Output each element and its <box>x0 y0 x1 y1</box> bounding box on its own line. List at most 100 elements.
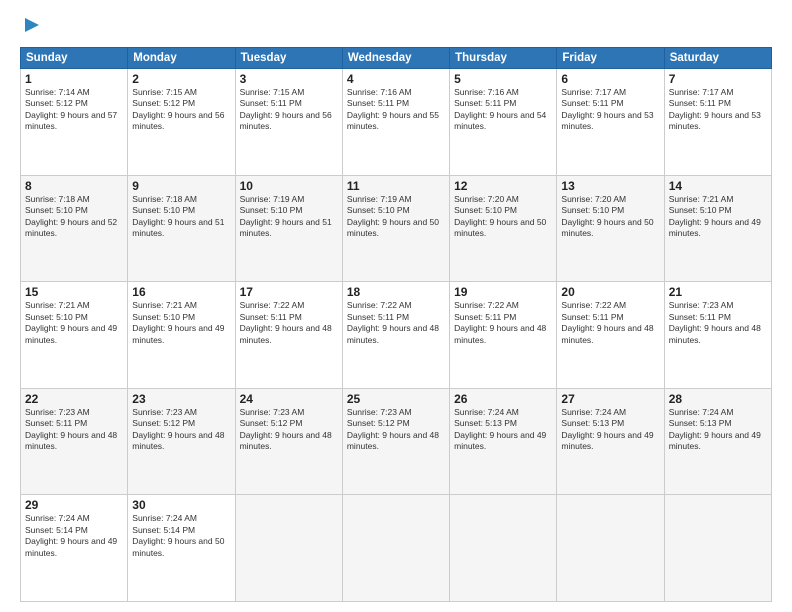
calendar-header-row: Sunday Monday Tuesday Wednesday Thursday… <box>21 48 772 69</box>
table-row: 3Sunrise: 7:15 AMSunset: 5:11 PMDaylight… <box>235 69 342 176</box>
table-row: 5Sunrise: 7:16 AMSunset: 5:11 PMDaylight… <box>450 69 557 176</box>
day-number: 1 <box>25 72 123 86</box>
table-row: 26Sunrise: 7:24 AMSunset: 5:13 PMDayligh… <box>450 388 557 495</box>
table-row: 24Sunrise: 7:23 AMSunset: 5:12 PMDayligh… <box>235 388 342 495</box>
logo-arrow-icon <box>23 16 41 34</box>
col-tuesday: Tuesday <box>235 48 342 69</box>
logo <box>20 16 41 39</box>
day-number: 21 <box>669 285 767 299</box>
day-info: Sunrise: 7:24 AMSunset: 5:13 PMDaylight:… <box>669 407 767 453</box>
table-row <box>450 495 557 602</box>
day-number: 15 <box>25 285 123 299</box>
day-info: Sunrise: 7:23 AMSunset: 5:11 PMDaylight:… <box>669 300 767 346</box>
day-number: 8 <box>25 179 123 193</box>
col-sunday: Sunday <box>21 48 128 69</box>
table-row: 7Sunrise: 7:17 AMSunset: 5:11 PMDaylight… <box>664 69 771 176</box>
day-info: Sunrise: 7:16 AMSunset: 5:11 PMDaylight:… <box>347 87 445 133</box>
table-row: 20Sunrise: 7:22 AMSunset: 5:11 PMDayligh… <box>557 282 664 389</box>
calendar-page: Sunday Monday Tuesday Wednesday Thursday… <box>0 0 792 612</box>
table-row <box>664 495 771 602</box>
day-info: Sunrise: 7:14 AMSunset: 5:12 PMDaylight:… <box>25 87 123 133</box>
calendar-week-row: 29Sunrise: 7:24 AMSunset: 5:14 PMDayligh… <box>21 495 772 602</box>
table-row: 9Sunrise: 7:18 AMSunset: 5:10 PMDaylight… <box>128 175 235 282</box>
day-info: Sunrise: 7:15 AMSunset: 5:11 PMDaylight:… <box>240 87 338 133</box>
day-number: 12 <box>454 179 552 193</box>
day-info: Sunrise: 7:17 AMSunset: 5:11 PMDaylight:… <box>561 87 659 133</box>
calendar-week-row: 15Sunrise: 7:21 AMSunset: 5:10 PMDayligh… <box>21 282 772 389</box>
day-info: Sunrise: 7:24 AMSunset: 5:14 PMDaylight:… <box>132 513 230 559</box>
table-row: 6Sunrise: 7:17 AMSunset: 5:11 PMDaylight… <box>557 69 664 176</box>
day-number: 5 <box>454 72 552 86</box>
day-info: Sunrise: 7:24 AMSunset: 5:14 PMDaylight:… <box>25 513 123 559</box>
day-info: Sunrise: 7:15 AMSunset: 5:12 PMDaylight:… <box>132 87 230 133</box>
table-row <box>235 495 342 602</box>
day-number: 29 <box>25 498 123 512</box>
col-saturday: Saturday <box>664 48 771 69</box>
day-number: 26 <box>454 392 552 406</box>
day-info: Sunrise: 7:20 AMSunset: 5:10 PMDaylight:… <box>454 194 552 240</box>
day-info: Sunrise: 7:23 AMSunset: 5:11 PMDaylight:… <box>25 407 123 453</box>
day-number: 28 <box>669 392 767 406</box>
table-row: 25Sunrise: 7:23 AMSunset: 5:12 PMDayligh… <box>342 388 449 495</box>
table-row: 10Sunrise: 7:19 AMSunset: 5:10 PMDayligh… <box>235 175 342 282</box>
day-number: 27 <box>561 392 659 406</box>
day-number: 9 <box>132 179 230 193</box>
day-info: Sunrise: 7:21 AMSunset: 5:10 PMDaylight:… <box>25 300 123 346</box>
day-number: 16 <box>132 285 230 299</box>
day-number: 20 <box>561 285 659 299</box>
table-row: 14Sunrise: 7:21 AMSunset: 5:10 PMDayligh… <box>664 175 771 282</box>
day-info: Sunrise: 7:22 AMSunset: 5:11 PMDaylight:… <box>240 300 338 346</box>
header <box>20 16 772 39</box>
day-number: 6 <box>561 72 659 86</box>
day-number: 25 <box>347 392 445 406</box>
day-info: Sunrise: 7:23 AMSunset: 5:12 PMDaylight:… <box>240 407 338 453</box>
calendar-week-row: 1Sunrise: 7:14 AMSunset: 5:12 PMDaylight… <box>21 69 772 176</box>
table-row: 11Sunrise: 7:19 AMSunset: 5:10 PMDayligh… <box>342 175 449 282</box>
day-number: 18 <box>347 285 445 299</box>
table-row: 21Sunrise: 7:23 AMSunset: 5:11 PMDayligh… <box>664 282 771 389</box>
table-row: 1Sunrise: 7:14 AMSunset: 5:12 PMDaylight… <box>21 69 128 176</box>
day-number: 30 <box>132 498 230 512</box>
table-row: 12Sunrise: 7:20 AMSunset: 5:10 PMDayligh… <box>450 175 557 282</box>
day-info: Sunrise: 7:16 AMSunset: 5:11 PMDaylight:… <box>454 87 552 133</box>
day-number: 17 <box>240 285 338 299</box>
table-row: 27Sunrise: 7:24 AMSunset: 5:13 PMDayligh… <box>557 388 664 495</box>
table-row: 8Sunrise: 7:18 AMSunset: 5:10 PMDaylight… <box>21 175 128 282</box>
logo-block <box>20 16 41 39</box>
col-wednesday: Wednesday <box>342 48 449 69</box>
day-info: Sunrise: 7:21 AMSunset: 5:10 PMDaylight:… <box>669 194 767 240</box>
day-info: Sunrise: 7:22 AMSunset: 5:11 PMDaylight:… <box>561 300 659 346</box>
day-number: 24 <box>240 392 338 406</box>
day-number: 3 <box>240 72 338 86</box>
table-row: 16Sunrise: 7:21 AMSunset: 5:10 PMDayligh… <box>128 282 235 389</box>
day-info: Sunrise: 7:23 AMSunset: 5:12 PMDaylight:… <box>132 407 230 453</box>
col-friday: Friday <box>557 48 664 69</box>
day-number: 23 <box>132 392 230 406</box>
calendar-week-row: 22Sunrise: 7:23 AMSunset: 5:11 PMDayligh… <box>21 388 772 495</box>
table-row: 28Sunrise: 7:24 AMSunset: 5:13 PMDayligh… <box>664 388 771 495</box>
day-info: Sunrise: 7:23 AMSunset: 5:12 PMDaylight:… <box>347 407 445 453</box>
day-number: 2 <box>132 72 230 86</box>
day-info: Sunrise: 7:18 AMSunset: 5:10 PMDaylight:… <box>132 194 230 240</box>
day-number: 19 <box>454 285 552 299</box>
table-row <box>342 495 449 602</box>
table-row: 17Sunrise: 7:22 AMSunset: 5:11 PMDayligh… <box>235 282 342 389</box>
day-number: 13 <box>561 179 659 193</box>
day-info: Sunrise: 7:17 AMSunset: 5:11 PMDaylight:… <box>669 87 767 133</box>
table-row: 2Sunrise: 7:15 AMSunset: 5:12 PMDaylight… <box>128 69 235 176</box>
day-info: Sunrise: 7:24 AMSunset: 5:13 PMDaylight:… <box>561 407 659 453</box>
table-row: 30Sunrise: 7:24 AMSunset: 5:14 PMDayligh… <box>128 495 235 602</box>
day-number: 14 <box>669 179 767 193</box>
table-row <box>557 495 664 602</box>
day-info: Sunrise: 7:22 AMSunset: 5:11 PMDaylight:… <box>454 300 552 346</box>
day-info: Sunrise: 7:21 AMSunset: 5:10 PMDaylight:… <box>132 300 230 346</box>
table-row: 13Sunrise: 7:20 AMSunset: 5:10 PMDayligh… <box>557 175 664 282</box>
day-info: Sunrise: 7:22 AMSunset: 5:11 PMDaylight:… <box>347 300 445 346</box>
table-row: 22Sunrise: 7:23 AMSunset: 5:11 PMDayligh… <box>21 388 128 495</box>
day-number: 10 <box>240 179 338 193</box>
table-row: 19Sunrise: 7:22 AMSunset: 5:11 PMDayligh… <box>450 282 557 389</box>
col-thursday: Thursday <box>450 48 557 69</box>
day-info: Sunrise: 7:19 AMSunset: 5:10 PMDaylight:… <box>347 194 445 240</box>
table-row: 23Sunrise: 7:23 AMSunset: 5:12 PMDayligh… <box>128 388 235 495</box>
day-number: 7 <box>669 72 767 86</box>
